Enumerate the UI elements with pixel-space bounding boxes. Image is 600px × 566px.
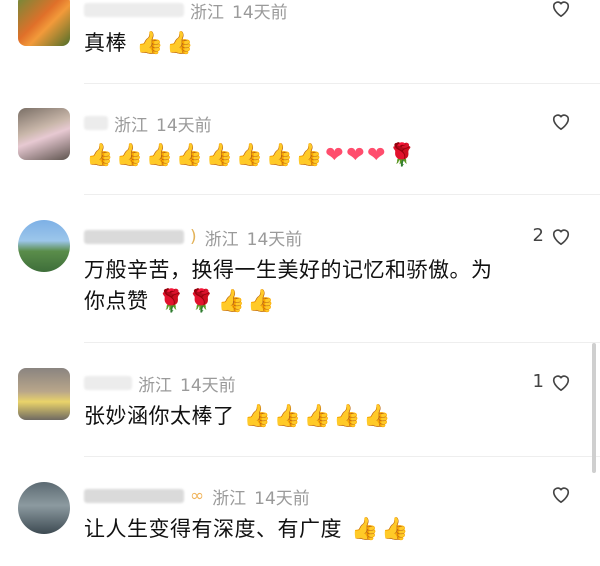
divider [84,456,600,457]
thumbs-up-icon: 👍 [333,404,362,429]
comment-text: 真棒 👍 👍 [84,31,194,56]
thumbs-up-icon: 👍 [247,289,276,314]
heart-outline-icon [552,487,570,504]
location: 浙江 [190,2,224,23]
avatar[interactable] [18,0,70,46]
comment-text: 让人生变得有深度、有广度 👍 👍 [84,517,409,542]
thumbs-up-icon: 👍 [115,143,144,168]
timestamp: 14天前 [246,229,303,250]
comment-meta: 浙江 14天前 [84,111,212,136]
heart-outline-icon [552,374,570,391]
comment-text: 👍 👍 👍 👍 👍 👍 👍 👍 ❤ ❤ ❤ 🌹 [84,140,560,171]
divider [84,342,600,343]
location: 浙江 [138,375,172,396]
thumbs-up-icon: 👍 [175,143,204,168]
location: 浙江 [212,488,247,509]
comment-meta: ) 浙江 14天前 [84,225,303,250]
like-button[interactable] [550,484,572,504]
heart-outline-icon [552,228,570,245]
thumbs-up-icon: 👍 [205,143,234,168]
heart-outline-icon [552,1,570,18]
location: 浙江 [114,115,148,136]
timestamp: 14天前 [156,115,212,136]
thumbs-up-icon: 👍 [217,289,246,314]
heart-icon: ❤ [367,143,387,168]
thumbs-up-icon: 👍 [295,143,324,168]
thumbs-up-icon: 👍 [303,404,332,429]
rose-icon: 🌹 [187,289,216,314]
comment-text-line1: 万般辛苦，换得一生美好的记忆和骄傲。为 [84,258,493,282]
avatar[interactable] [18,220,70,272]
timestamp: 14天前 [254,488,310,509]
location: 浙江 [204,229,239,250]
like-button[interactable] [544,0,572,18]
avatar[interactable] [18,482,70,534]
heart-outline-icon [552,114,570,131]
comment-meta: ∞ 浙江 14天前 [84,484,310,509]
avatar[interactable] [18,368,70,420]
divider [84,194,600,195]
like-count: 2 [532,225,544,246]
thumbs-up-icon: 👍 [265,143,294,168]
thumbs-up-icon: 👍 [243,404,272,429]
divider [84,83,600,84]
rose-icon: 🌹 [157,289,186,314]
heart-icon: ❤ [346,143,366,168]
like-button[interactable]: 2 [533,225,572,246]
like-button[interactable]: 1 [533,371,572,392]
rose-icon: 🌹 [388,143,416,168]
timestamp: 14天前 [180,375,236,396]
comment-text: 张妙涵你太棒了 👍 👍 👍 👍 👍 [84,404,392,429]
thumbs-up-icon: 👍 [235,143,264,168]
thumbs-up-icon: 👍 [145,143,174,168]
comment-text: 万般辛苦，换得一生美好的记忆和骄傲。为 你点赞 🌹 🌹 👍 👍 [84,255,560,317]
comment-meta: 浙江 14天前 [84,0,288,23]
thumbs-up-icon: 👍 [351,517,380,542]
thumbs-up-icon: 👍 [381,517,409,542]
thumbs-up-icon: 👍 [273,404,302,429]
timestamp: 14天前 [232,2,288,23]
comment-text-line2: 你点赞 [84,289,149,313]
avatar[interactable] [18,108,70,160]
comment-meta: 浙江 14天前 [84,371,236,396]
like-count: 1 [532,371,544,392]
thumbs-up-icon: 👍 [166,31,194,56]
heart-icon: ❤ [325,143,345,168]
like-button[interactable] [550,111,572,131]
scrollbar[interactable] [592,343,596,473]
thumbs-up-icon: 👍 [86,143,114,168]
thumbs-up-icon: 👍 [363,404,392,429]
thumbs-up-icon: 👍 [136,31,165,56]
